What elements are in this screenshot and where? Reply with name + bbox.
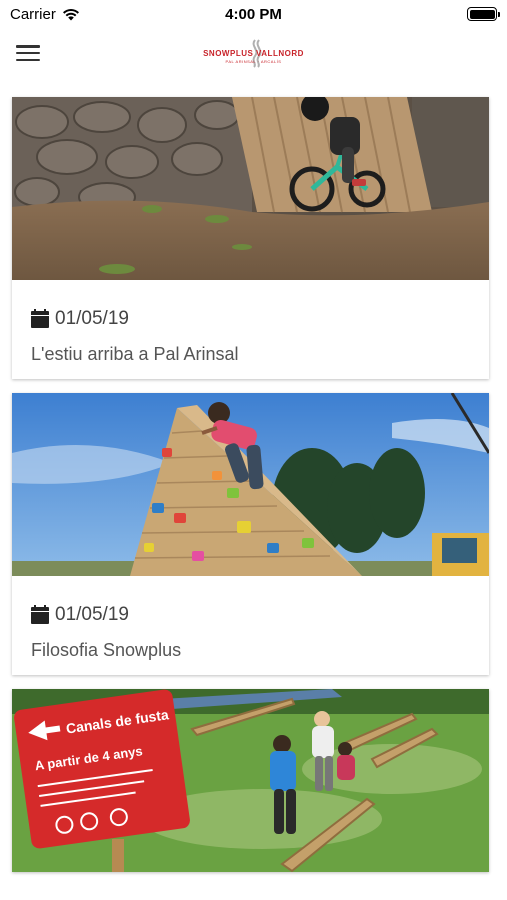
kid-balance-bike-image bbox=[12, 97, 489, 280]
logo-subtext: PAL ARINSAL · ARCALÍS bbox=[225, 58, 282, 64]
news-image-climbing bbox=[12, 393, 489, 576]
menu-line bbox=[16, 51, 40, 55]
wifi-icon bbox=[62, 8, 79, 20]
nav-bar: SNOWPLUS VALLNORD PAL ARINSAL · ARCALÍS bbox=[0, 28, 507, 78]
menu-line bbox=[16, 45, 40, 48]
card-date-text: 01/05/19 bbox=[55, 604, 129, 625]
card-date: 01/05/19 bbox=[31, 604, 470, 626]
card-body: 01/05/19 L'estiu arriba a Pal Arinsal bbox=[12, 280, 489, 379]
news-card[interactable]: 01/05/19 Filosofia Snowplus bbox=[12, 393, 489, 675]
card-title: L'estiu arriba a Pal Arinsal bbox=[31, 344, 239, 364]
card-date-text: 01/05/19 bbox=[55, 308, 129, 329]
girl-climbing-pyramid-image bbox=[12, 393, 489, 576]
carrier-label: Carrier bbox=[10, 5, 56, 23]
news-image-water-channels: Canals de fusta A partir de 4 anys bbox=[12, 689, 489, 872]
logo[interactable]: SNOWPLUS VALLNORD PAL ARINSAL · ARCALÍS bbox=[203, 39, 304, 68]
news-feed: 01/05/19 L'estiu arriba a Pal Arinsal 01… bbox=[12, 97, 489, 886]
calendar-icon bbox=[31, 308, 49, 328]
kids-water-channels-image: Canals de fusta A partir de 4 anys bbox=[12, 689, 489, 872]
battery-icon bbox=[467, 7, 500, 21]
battery-fill bbox=[469, 9, 495, 19]
calendar-icon bbox=[31, 604, 49, 624]
card-title: Filosofia Snowplus bbox=[31, 640, 182, 660]
news-card[interactable]: 01/05/19 L'estiu arriba a Pal Arinsal bbox=[12, 97, 489, 379]
logo-text: SNOWPLUS VALLNORD bbox=[203, 48, 304, 58]
menu-line bbox=[16, 58, 40, 61]
news-image-bike bbox=[12, 97, 489, 280]
card-body: 01/05/19 Filosofia Snowplus bbox=[12, 576, 489, 675]
hamburger-menu-icon[interactable] bbox=[14, 42, 42, 64]
news-card[interactable]: Canals de fusta A partir de 4 anys bbox=[12, 689, 489, 872]
status-bar: Carrier 4:00 PM bbox=[0, 0, 507, 28]
status-left: Carrier bbox=[10, 6, 80, 23]
card-date: 01/05/19 bbox=[31, 308, 470, 330]
